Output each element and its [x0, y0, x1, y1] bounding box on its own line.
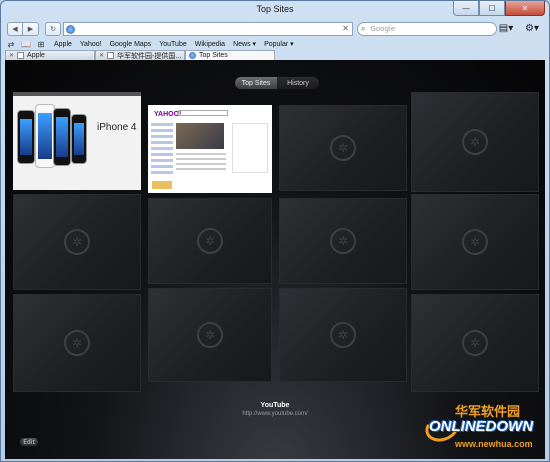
bookmark-google-maps[interactable]: Google Maps: [110, 41, 152, 48]
bookmark-wikipedia[interactable]: Wikipedia: [195, 41, 225, 48]
back-button[interactable]: ◀: [7, 22, 23, 36]
edit-button[interactable]: Edit: [19, 437, 39, 447]
tab-apple[interactable]: ✕ Apple: [5, 50, 95, 60]
compass-icon: ✲: [462, 129, 488, 155]
bookmark-yahoo[interactable]: Yahoo!: [80, 41, 102, 48]
reading-list-icon[interactable]: 📖: [20, 40, 32, 49]
watermark-logo: 华军软件园 ONLINEDOWN www.newhua.com: [421, 401, 545, 455]
top-sites-view: Top Sites History iPhone 4 YAHOO! ✲ ✲ ✲ …: [5, 60, 545, 459]
news-photo: [176, 123, 224, 149]
compass-icon: ✲: [462, 330, 488, 356]
bookmark-youtube[interactable]: YouTube: [159, 41, 187, 48]
top-site-tile[interactable]: ✲: [279, 105, 407, 191]
top-site-tile[interactable]: ✲: [411, 294, 539, 392]
compass-icon: ✲: [330, 228, 356, 254]
page-icon: [17, 52, 25, 59]
browser-window: Top Sites — ☐ ✕ ◀ ▶ ↻ ✕ ⌕ Google ▤▾ ⚙▾ ⇄…: [0, 0, 550, 462]
bookmark-apple[interactable]: Apple: [54, 41, 72, 48]
tab-close-icon[interactable]: ✕: [9, 52, 14, 59]
watermark-url-text: www.newhua.com: [455, 439, 533, 449]
top-site-tile[interactable]: ✲: [148, 198, 272, 284]
bookmarks-bar: ⇄ 📖 ⊞ Apple Yahoo! Google Maps YouTube W…: [5, 38, 545, 50]
forward-button[interactable]: ▶: [23, 22, 39, 36]
bookmark-popular-menu[interactable]: Popular ▾: [264, 40, 294, 48]
watermark-en-text: ONLINEDOWN: [429, 418, 534, 435]
page-menu-icon[interactable]: ▤▾: [495, 21, 517, 35]
globe-icon: [66, 24, 75, 34]
search-icon: ⌕: [361, 24, 366, 33]
thumb-headline: iPhone 4: [97, 122, 137, 133]
top-site-tile[interactable]: ✲: [411, 92, 539, 192]
tab-close-icon[interactable]: ✕: [99, 52, 104, 59]
compass-icon: ✲: [330, 135, 356, 161]
clear-address-icon[interactable]: ✕: [342, 23, 349, 35]
phone-image: [17, 110, 35, 164]
top-site-tile-apple[interactable]: iPhone 4: [13, 92, 141, 190]
window-controls: — ☐ ✕: [453, 1, 545, 17]
settings-gear-icon[interactable]: ⚙▾: [521, 21, 543, 35]
top-site-tile[interactable]: ✲: [13, 294, 141, 392]
compass-icon: ✲: [64, 330, 90, 356]
maximize-button[interactable]: ☐: [479, 1, 505, 16]
view-switcher: Top Sites History: [234, 76, 320, 90]
bookmark-news-menu[interactable]: News ▾: [233, 40, 256, 48]
tab-label: Top Sites: [199, 52, 228, 59]
page-icon: [107, 52, 115, 59]
search-placeholder: Google: [370, 25, 396, 33]
history-segment[interactable]: History: [277, 77, 319, 89]
top-site-tile[interactable]: ✲: [13, 194, 141, 290]
search-field[interactable]: ⌕ Google: [357, 22, 497, 36]
bookmarks-grid-icon[interactable]: ⊞: [35, 40, 47, 49]
close-button[interactable]: ✕: [505, 1, 545, 16]
toolbar-right: ▤▾ ⚙▾: [495, 21, 543, 35]
minimize-button[interactable]: —: [453, 1, 479, 16]
phone-image: [35, 104, 55, 168]
toolbar: ◀ ▶ ↻ ✕ ⌕ Google ▤▾ ⚙▾: [5, 20, 545, 38]
tab-onlinedown[interactable]: ✕ 华军软件园-提供国...: [95, 50, 185, 60]
top-sites-segment[interactable]: Top Sites: [235, 77, 277, 89]
top-site-tile[interactable]: ✲: [148, 288, 272, 382]
top-site-tile[interactable]: ✲: [279, 198, 407, 284]
top-site-tile-yahoo[interactable]: YAHOO!: [148, 105, 272, 193]
compass-icon: ✲: [197, 322, 223, 348]
top-site-tile[interactable]: ✲: [411, 194, 539, 290]
tab-label: 华军软件园-提供国...: [117, 52, 182, 60]
compass-icon: ✲: [462, 229, 488, 255]
top-site-tile[interactable]: ✲: [279, 288, 407, 382]
compass-icon: ✲: [197, 228, 223, 254]
tab-label: Apple: [27, 52, 45, 59]
phone-image: [53, 108, 71, 166]
compass-icon: ✲: [64, 229, 90, 255]
reload-button[interactable]: ↻: [45, 22, 61, 36]
globe-icon: [189, 52, 196, 59]
address-bar[interactable]: ✕: [63, 22, 353, 36]
phone-image: [71, 114, 87, 164]
compass-icon: ✲: [330, 322, 356, 348]
top-sites-icon[interactable]: ⇄: [5, 40, 17, 49]
tab-bar: ✕ Apple ✕ 华军软件园-提供国... Top Sites: [5, 50, 545, 60]
tab-top-sites[interactable]: Top Sites: [185, 50, 275, 60]
